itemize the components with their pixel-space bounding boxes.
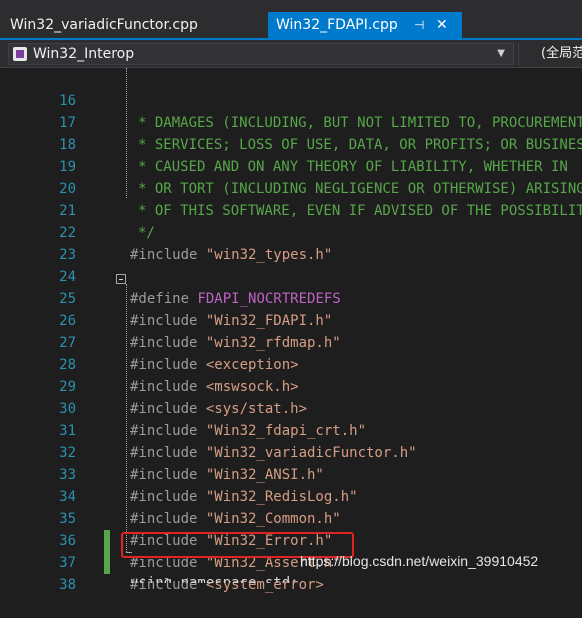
- code-line: 28 #include <mswsock.h>: [0, 332, 582, 395]
- code-line: 30 #include "Win32_fdapi_crt.h": [0, 376, 582, 439]
- code-line: 33 #include "Win32_RedisLog.h": [0, 442, 582, 505]
- project-dropdown[interactable]: Win32_Interop ▼: [8, 43, 514, 65]
- tab-label: Win32_variadicFunctor.cpp: [10, 17, 198, 33]
- document-tab-bar: Win32_variadicFunctor.cpp Win32_FDAPI.cp…: [0, 0, 582, 40]
- code-line: 24 #define FDAPI_NOCRTREDEFS: [0, 244, 582, 307]
- code-line: 25 #include "Win32_FDAPI.h": [0, 266, 582, 329]
- project-dropdown-label: Win32_Interop: [33, 46, 135, 62]
- code-line: 16 * DAMAGES (INCLUDING, BUT NOT LIMITED…: [0, 68, 582, 131]
- pin-icon[interactable]: ⊣: [414, 12, 424, 38]
- code-line: 19 * OR TORT (INCLUDING NEGLIGENCE OR OT…: [0, 134, 582, 197]
- watermark-url: https://blog.csdn.net/weixin_39910452: [300, 553, 539, 569]
- scope-dropdown[interactable]: (全局范围): [518, 43, 582, 65]
- code-editor[interactable]: 16 * DAMAGES (INCLUDING, BUT NOT LIMITED…: [0, 68, 582, 593]
- tab-win32-fdapi-cpp[interactable]: Win32_FDAPI.cpp ⊣ ✕: [268, 12, 462, 38]
- code-line: 18 * CAUSED AND ON ANY THEORY OF LIABILI…: [0, 112, 582, 175]
- code-line: 35 #include "Win32_Error.h": [0, 486, 582, 549]
- line-number: 38: [59, 577, 76, 593]
- code-line: 34 #include "Win32_Common.h": [0, 464, 582, 527]
- code-line: 32 #include "Win32_ANSI.h": [0, 420, 582, 483]
- code-line: 29 #include <sys/stat.h>: [0, 354, 582, 417]
- chevron-down-icon: ▼: [497, 48, 505, 59]
- navigation-bar: Win32_Interop ▼ (全局范围): [0, 40, 582, 68]
- scope-dropdown-label: (全局范围): [541, 46, 582, 61]
- code-line: 27 #include <exception>: [0, 310, 582, 373]
- tab-label: Win32_FDAPI.cpp: [276, 17, 398, 33]
- code-line: 31 #include "Win32_variadicFunctor.h": [0, 398, 582, 461]
- code-line: 21 */: [0, 178, 582, 241]
- code-line: 23: [0, 222, 582, 263]
- code-line: 17 * SERVICES; LOSS OF USE, DATA, OR PRO…: [0, 90, 582, 153]
- code-line: 26 #include "win32_rfdmap.h": [0, 288, 582, 351]
- tab-win32-variadicfunctor-cpp[interactable]: Win32_variadicFunctor.cpp: [2, 12, 206, 38]
- project-icon: [13, 47, 27, 61]
- code-line: 22 #include "win32_types.h": [0, 200, 582, 263]
- partially-visible-code-line: using namespace std;: [130, 575, 299, 583]
- code-line: 36 #include "Win32_Assert.h": [0, 508, 582, 571]
- code-line: 20 * OF THIS SOFTWARE, EVEN IF ADVISED O…: [0, 156, 582, 219]
- close-icon[interactable]: ✕: [436, 12, 448, 38]
